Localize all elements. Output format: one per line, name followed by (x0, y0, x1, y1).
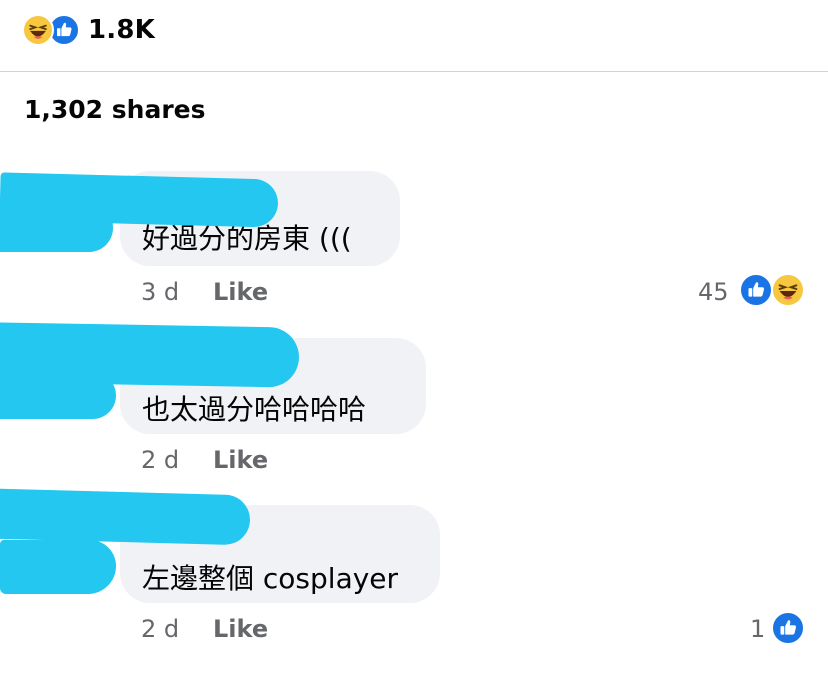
reaction-count[interactable]: 1.8K (88, 15, 155, 45)
comment-time[interactable]: 2 d (141, 446, 179, 474)
comment-text: 左邊整個 cosplayer (142, 562, 399, 595)
redaction-mark (0, 488, 251, 546)
comment-time[interactable]: 2 d (141, 615, 179, 643)
reaction-summary[interactable]: 1.8K (22, 12, 155, 48)
like-icon (771, 611, 805, 645)
comment-time[interactable]: 3 d (141, 278, 179, 306)
comment-text: 也太過分哈哈哈哈 (142, 393, 367, 426)
haha-icon (22, 14, 54, 46)
like-icon (739, 273, 773, 307)
redaction-mark (0, 372, 116, 419)
like-button[interactable]: Like (213, 446, 268, 474)
comment-reaction-count[interactable]: 45 (698, 278, 729, 306)
like-button[interactable]: Like (213, 615, 268, 643)
comment-reaction-count[interactable]: 1 (750, 615, 765, 643)
haha-icon (771, 273, 805, 307)
redaction-mark (0, 540, 116, 594)
redaction-mark (0, 205, 113, 252)
like-button[interactable]: Like (213, 278, 268, 306)
shares-count[interactable]: 1,302 shares (24, 95, 206, 124)
divider (0, 71, 828, 72)
